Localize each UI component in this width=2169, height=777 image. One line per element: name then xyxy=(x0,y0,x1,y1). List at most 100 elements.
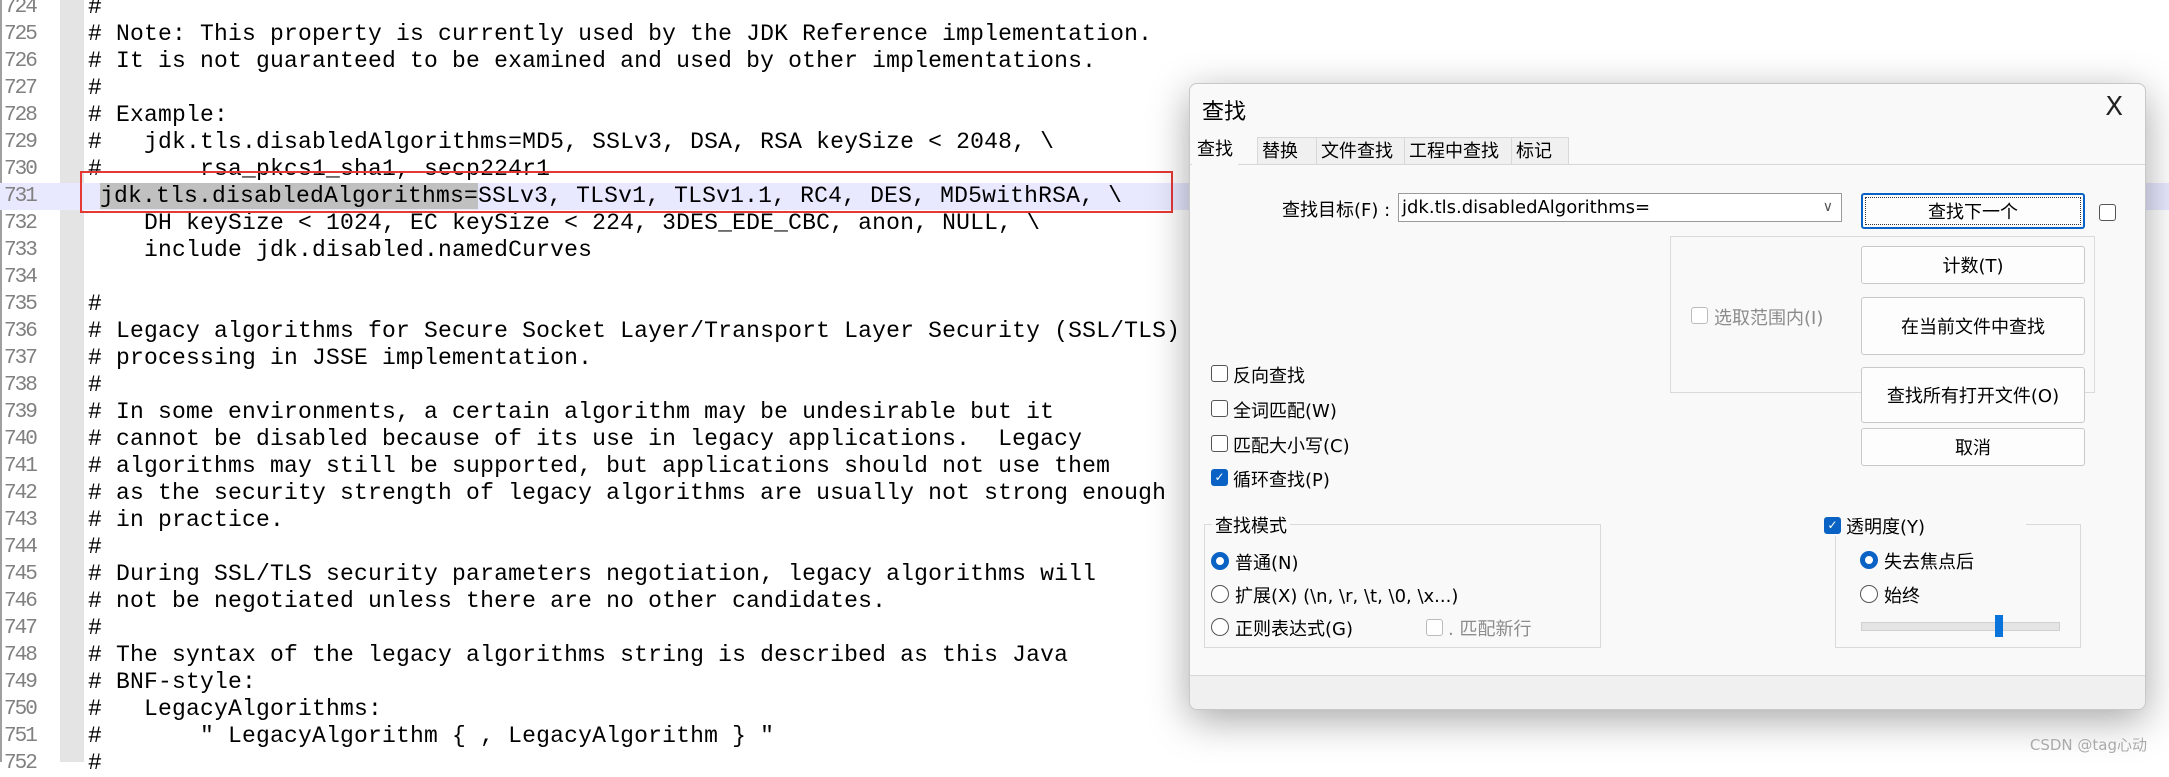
line-content: # xyxy=(88,291,103,317)
whole-word-label: 全词匹配(W) xyxy=(1233,401,1337,422)
dot-newline-checkbox[interactable] xyxy=(1426,619,1443,636)
line-number: 733 xyxy=(4,239,38,262)
wrap-around-label: 循环查找(P) xyxy=(1233,470,1330,491)
tab-bar: 查找 替换 文件查找 工程中查找 标记 xyxy=(1190,135,2145,165)
line-number: 750 xyxy=(4,698,38,721)
code-line[interactable]: 725 # Note: This property is currently us… xyxy=(0,21,2169,48)
code-line[interactable]: 752 # xyxy=(0,750,2169,777)
line-text: # BNF-style: xyxy=(88,669,256,696)
line-content: # " LegacyAlgorithm { , LegacyAlgorithm … xyxy=(88,723,775,749)
line-text: # Example: xyxy=(88,102,228,129)
line-text: # xyxy=(88,75,102,102)
whole-word-checkbox[interactable] xyxy=(1211,400,1228,417)
find-all-open-files-button[interactable]: 查找所有打开文件(O) xyxy=(1861,367,2085,423)
line-number: 730 xyxy=(4,158,38,181)
line-text: # xyxy=(88,0,102,21)
extra-checkbox[interactable] xyxy=(2099,204,2116,221)
line-text: # algorithms may still be supported, but… xyxy=(88,453,1110,480)
line-number: 749 xyxy=(4,671,38,694)
match-case-label: 匹配大小写(C) xyxy=(1233,436,1350,457)
line-text: # During SSL/TLS security parameters neg… xyxy=(88,561,1096,588)
line-content: # Example: xyxy=(88,102,229,128)
line-content: # xyxy=(88,372,103,398)
find-input-value: jdk.tls.disabledAlgorithms= xyxy=(1402,197,1651,218)
line-text: # " LegacyAlgorithm { , LegacyAlgorithm … xyxy=(88,723,774,750)
tab-find-in-project[interactable]: 工程中查找 xyxy=(1404,137,1512,164)
line-content: # xyxy=(88,750,103,776)
code-line[interactable]: 724 # xyxy=(0,0,2169,21)
line-content: # Legacy algorithms for Secure Socket La… xyxy=(88,318,1181,344)
line-text: # LegacyAlgorithms: xyxy=(88,696,382,723)
cancel-button[interactable]: 取消 xyxy=(1861,428,2085,466)
code-line[interactable]: 726 # It is not guaranteed to be examined… xyxy=(0,48,2169,75)
line-number: 748 xyxy=(4,644,38,667)
line-content: DH keySize < 1024, EC keySize < 224, 3DE… xyxy=(88,210,1041,236)
line-number: 745 xyxy=(4,563,38,586)
line-number: 742 xyxy=(4,482,38,505)
line-text: # xyxy=(88,615,102,642)
line-text: include jdk.disabled.namedCurves xyxy=(88,237,592,264)
transparency-checkbox[interactable]: ✓ xyxy=(1824,517,1841,534)
mode-extended-radio[interactable] xyxy=(1211,585,1229,603)
match-case-checkbox[interactable] xyxy=(1211,435,1228,452)
reverse-search-checkbox[interactable] xyxy=(1211,365,1228,382)
line-content: # During SSL/TLS security parameters neg… xyxy=(88,561,1097,587)
line-content: # BNF-style: xyxy=(88,669,257,695)
line-content: # as the security strength of legacy alg… xyxy=(88,480,1167,506)
tab-replace[interactable]: 替换 xyxy=(1257,137,1317,164)
on-lose-focus-radio[interactable] xyxy=(1860,551,1878,569)
line-content: # xyxy=(88,75,103,101)
line-text: # The syntax of the legacy algorithms st… xyxy=(88,642,1068,669)
transparency-label: 透明度(Y) xyxy=(1846,517,1926,538)
code-line[interactable]: 751 # " LegacyAlgorithm { , LegacyAlgorit… xyxy=(0,723,2169,750)
tab-find[interactable]: 查找 xyxy=(1192,135,1238,165)
slider-thumb[interactable] xyxy=(1994,615,2003,637)
find-input[interactable]: jdk.tls.disabledAlgorithms= ∨ xyxy=(1398,193,1842,222)
status-bar xyxy=(1190,675,2145,709)
line-text: # jdk.tls.disabledAlgorithms=MD5, SSLv3,… xyxy=(88,129,1054,156)
dot-newline-label: . 匹配新行 xyxy=(1448,619,1532,640)
tab-find-in-files[interactable]: 文件查找 xyxy=(1316,137,1405,164)
line-content: # algorithms may still be supported, but… xyxy=(88,453,1111,479)
search-mode-title: 查找模式 xyxy=(1212,512,1290,538)
line-content: # jdk.tls.disabledAlgorithms=MD5, SSLv3,… xyxy=(88,129,1055,155)
dialog-title: 查找 xyxy=(1202,100,1247,125)
find-label: 查找目标(F) : xyxy=(1282,200,1391,221)
line-number: 737 xyxy=(4,347,38,370)
line-number: 726 xyxy=(4,50,38,73)
line-content: # in practice. xyxy=(88,507,285,533)
in-selection-checkbox[interactable] xyxy=(1691,307,1708,324)
line-content: include jdk.disabled.namedCurves xyxy=(88,237,593,263)
chevron-down-icon[interactable]: ∨ xyxy=(1823,194,1833,221)
line-number: 735 xyxy=(4,293,38,316)
line-content: # The syntax of the legacy algorithms st… xyxy=(88,642,1069,668)
wrap-around-checkbox[interactable]: ✓ xyxy=(1211,469,1228,486)
line-number: 734 xyxy=(4,266,38,289)
tab-mark[interactable]: 标记 xyxy=(1511,137,1569,164)
close-icon[interactable]: X xyxy=(2105,92,2123,122)
line-number: 724 xyxy=(4,0,38,19)
always-radio[interactable] xyxy=(1860,585,1878,603)
line-number: 732 xyxy=(4,212,38,235)
line-number: 739 xyxy=(4,401,38,424)
line-content: # In some environments, a certain algori… xyxy=(88,399,1055,425)
line-number: 740 xyxy=(4,428,38,451)
line-content: # xyxy=(88,0,103,20)
line-number: 725 xyxy=(4,23,38,46)
count-button[interactable]: 计数(T) xyxy=(1861,246,2085,284)
line-content: # cannot be disabled because of its use … xyxy=(88,426,1083,452)
line-number: 746 xyxy=(4,590,38,613)
line-number: 744 xyxy=(4,536,38,559)
mode-regex-radio[interactable] xyxy=(1211,618,1229,636)
mode-extended-label: 扩展(X) (\n, \r, \t, \0, \x...) xyxy=(1235,586,1459,607)
find-in-current-file-button[interactable]: 在当前文件中查找 xyxy=(1861,297,2085,355)
line-number: 751 xyxy=(4,725,38,748)
line-text: # xyxy=(88,534,102,561)
line-text: # cannot be disabled because of its use … xyxy=(88,426,1082,453)
mode-normal-radio[interactable] xyxy=(1211,552,1229,570)
line-text: # as the security strength of legacy alg… xyxy=(88,480,1166,507)
line-number: 729 xyxy=(4,131,38,154)
transparency-slider[interactable] xyxy=(1861,622,2060,631)
line-content: # It is not guaranteed to be examined an… xyxy=(88,48,1097,74)
find-next-button[interactable]: 查找下一个 xyxy=(1861,193,2085,229)
